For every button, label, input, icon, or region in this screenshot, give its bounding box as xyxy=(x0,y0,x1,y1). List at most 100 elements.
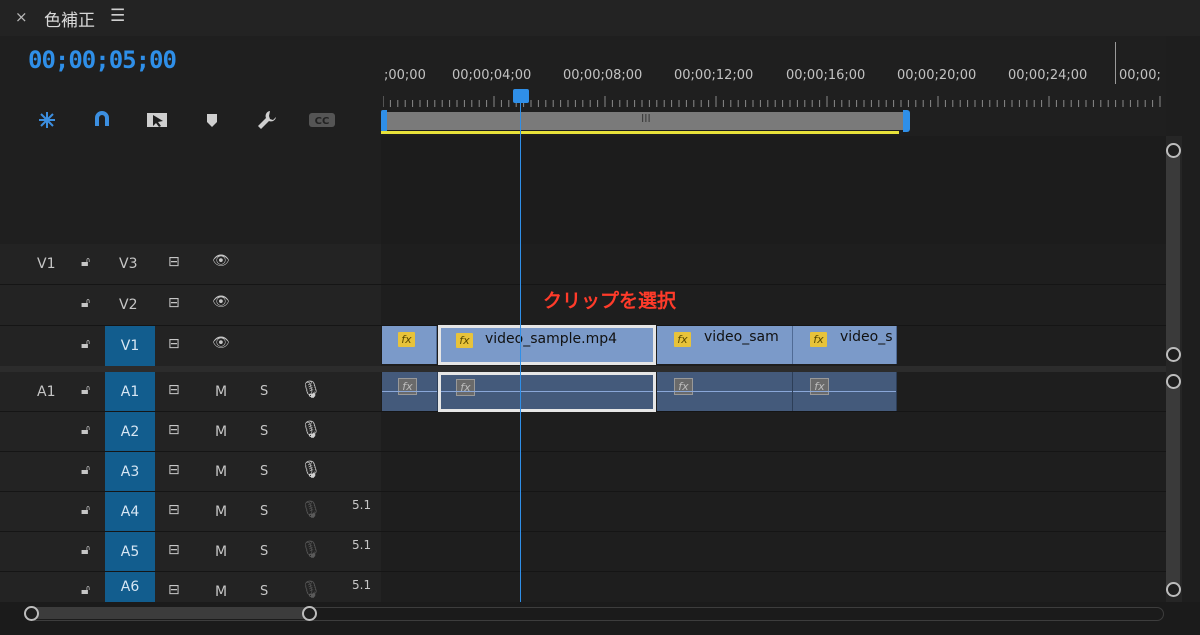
scroll-knob-top[interactable] xyxy=(1166,374,1181,389)
audio-clip[interactable]: fx xyxy=(793,372,897,411)
eye-icon[interactable]: 👁︎ xyxy=(212,253,230,269)
track-target-active[interactable]: A2 xyxy=(105,412,155,452)
work-area-bar[interactable] xyxy=(381,131,899,134)
microphone-icon[interactable]: 🎙︎ xyxy=(300,540,322,560)
solo-button[interactable]: S xyxy=(260,584,268,599)
sync-lock-icon[interactable]: ⊟ xyxy=(168,336,180,352)
lock-icon[interactable]: 🔓︎ xyxy=(81,462,90,478)
sync-lock-icon[interactable]: ⊟ xyxy=(168,582,180,598)
close-icon[interactable]: × xyxy=(15,8,28,26)
microphone-icon[interactable]: 🎙︎ xyxy=(300,500,322,520)
track-lane[interactable] xyxy=(381,244,1166,284)
linked-selection-icon[interactable] xyxy=(145,108,169,132)
scroll-knob-right[interactable] xyxy=(302,606,317,621)
track-lane[interactable] xyxy=(381,532,1166,572)
scroll-knob-bottom[interactable] xyxy=(1166,582,1181,597)
fx-badge[interactable]: fx xyxy=(456,379,475,396)
lock-icon[interactable]: 🔓︎ xyxy=(81,336,90,352)
solo-button[interactable]: S xyxy=(260,424,268,439)
track-target-active[interactable]: A3 xyxy=(105,452,155,492)
microphone-icon[interactable]: 🎙︎ xyxy=(300,460,322,480)
wrench-icon[interactable] xyxy=(255,108,279,132)
track-target-active[interactable]: A4 xyxy=(105,492,155,532)
lock-icon[interactable]: 🔓︎ xyxy=(81,582,90,598)
track-lane[interactable] xyxy=(381,572,1166,602)
audio-vertical-scrollbar[interactable] xyxy=(1166,374,1180,596)
audio-clip[interactable]: fx xyxy=(382,372,438,411)
sync-lock-icon[interactable]: ⊟ xyxy=(168,462,180,478)
fx-badge[interactable]: fx xyxy=(456,333,473,348)
fx-badge[interactable]: fx xyxy=(674,332,691,347)
sync-lock-icon[interactable]: ⊟ xyxy=(168,295,180,311)
lock-icon[interactable]: 🔓︎ xyxy=(81,502,90,518)
source-patch[interactable]: V1 xyxy=(37,256,55,272)
solo-button[interactable]: S xyxy=(260,504,268,519)
solo-button[interactable]: S xyxy=(260,464,268,479)
mute-button[interactable]: M xyxy=(215,584,227,600)
sync-lock-icon[interactable]: ⊟ xyxy=(168,422,180,438)
scroll-knob-left[interactable] xyxy=(24,606,39,621)
horizontal-scroll-thumb[interactable] xyxy=(30,607,310,619)
video-vertical-scrollbar[interactable] xyxy=(1166,143,1180,361)
mute-button[interactable]: M xyxy=(215,464,227,480)
track-lane[interactable] xyxy=(381,492,1166,532)
track-target[interactable]: V2 xyxy=(119,297,137,313)
video-clip-selected[interactable]: fx video_sample.mp4 xyxy=(438,325,656,365)
playhead-line[interactable] xyxy=(520,96,521,604)
solo-button[interactable]: S xyxy=(260,544,268,559)
captions-icon[interactable]: CC xyxy=(308,108,335,132)
fx-badge[interactable]: fx xyxy=(810,378,829,395)
lock-icon[interactable]: 🔓︎ xyxy=(81,422,90,438)
mute-button[interactable]: M xyxy=(215,384,227,400)
audio-clip-selected[interactable]: fx xyxy=(438,372,656,412)
navigator-grip[interactable]: III xyxy=(641,112,651,125)
eye-icon[interactable]: 👁︎ xyxy=(212,294,230,310)
track-target-active[interactable]: A1 xyxy=(105,372,155,412)
microphone-icon[interactable]: 🎙︎ xyxy=(300,420,322,440)
track-target[interactable]: V3 xyxy=(119,256,137,272)
track-lane[interactable] xyxy=(381,285,1166,325)
mute-button[interactable]: M xyxy=(215,424,227,440)
track-lane[interactable] xyxy=(381,452,1166,492)
sync-lock-icon[interactable]: ⊟ xyxy=(168,254,180,270)
lock-icon[interactable]: 🔓︎ xyxy=(81,254,90,270)
mute-button[interactable]: M xyxy=(215,504,227,520)
playhead-handle[interactable] xyxy=(513,89,529,103)
microphone-icon[interactable]: 🎙︎ xyxy=(300,580,322,600)
scroll-knob-top[interactable] xyxy=(1166,143,1181,158)
track-target-active[interactable]: A5 xyxy=(105,532,155,572)
volume-line[interactable] xyxy=(382,391,437,392)
fx-badge[interactable]: fx xyxy=(810,332,827,347)
lock-icon[interactable]: 🔓︎ xyxy=(81,295,90,311)
solo-button[interactable]: S xyxy=(260,384,268,399)
video-clip[interactable]: fx xyxy=(382,326,437,364)
lock-icon[interactable]: 🔓︎ xyxy=(81,542,90,558)
mute-button[interactable]: M xyxy=(215,544,227,560)
snap-icon[interactable] xyxy=(35,108,59,132)
video-clip[interactable]: fx video_s xyxy=(793,326,897,364)
video-clip[interactable]: fx video_sam xyxy=(657,326,793,364)
sync-lock-icon[interactable]: ⊟ xyxy=(168,382,180,398)
marker-icon[interactable] xyxy=(200,108,224,132)
lock-icon[interactable]: 🔓︎ xyxy=(81,382,90,398)
volume-line[interactable] xyxy=(657,391,792,392)
scroll-knob-bottom[interactable] xyxy=(1166,347,1181,362)
source-patch[interactable]: A1 xyxy=(37,384,55,400)
track-lane[interactable] xyxy=(381,412,1166,452)
volume-line[interactable] xyxy=(793,391,896,392)
magnet-icon[interactable] xyxy=(90,108,114,132)
sequence-title[interactable]: 色補正 xyxy=(44,6,95,31)
sync-lock-icon[interactable]: ⊟ xyxy=(168,542,180,558)
navigator-left-handle[interactable] xyxy=(381,110,387,132)
fx-badge[interactable]: fx xyxy=(398,332,415,347)
microphone-icon[interactable]: 🎙︎ xyxy=(300,380,322,400)
playhead-timecode[interactable]: 00;00;05;00 xyxy=(28,46,177,74)
panel-menu-icon[interactable]: ☰ xyxy=(110,6,125,26)
empty-track-area[interactable] xyxy=(381,136,1166,244)
track-target-active[interactable]: A6 xyxy=(105,572,155,602)
audio-clip[interactable]: fx xyxy=(657,372,793,411)
eye-icon[interactable]: 👁︎ xyxy=(212,335,230,351)
track-target-active[interactable]: V1 xyxy=(105,326,155,366)
sync-lock-icon[interactable]: ⊟ xyxy=(168,502,180,518)
fx-badge[interactable]: fx xyxy=(398,378,417,395)
